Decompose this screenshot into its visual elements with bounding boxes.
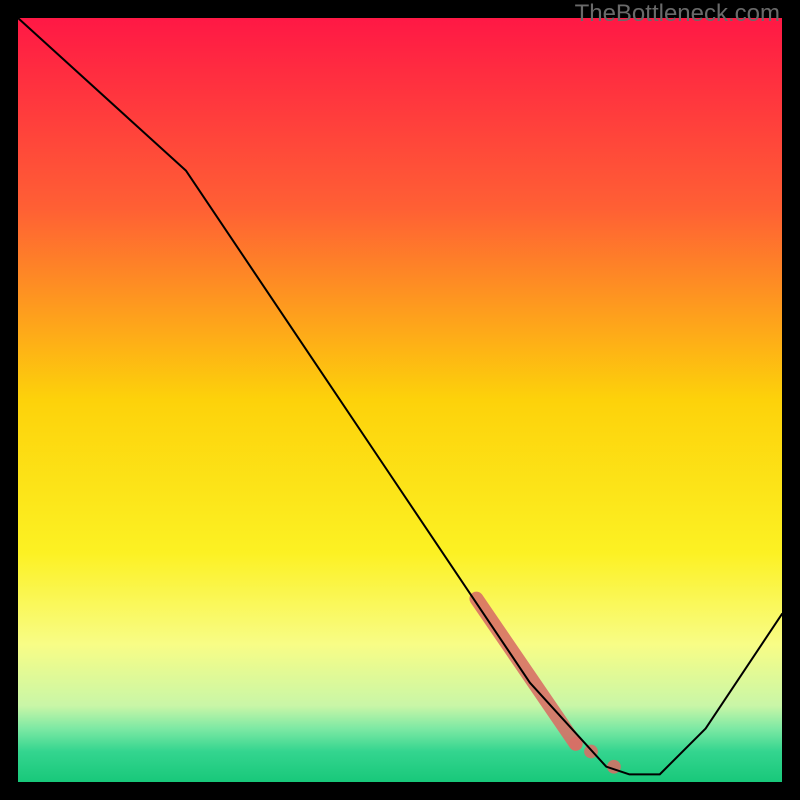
bottleneck-curve-line [18, 18, 782, 774]
watermark-text: TheBottleneck.com [575, 0, 780, 28]
highlight-band [476, 599, 620, 774]
chart-container: TheBottleneck.com [0, 0, 800, 800]
plot-area [18, 18, 782, 782]
chart-svg [18, 18, 782, 782]
